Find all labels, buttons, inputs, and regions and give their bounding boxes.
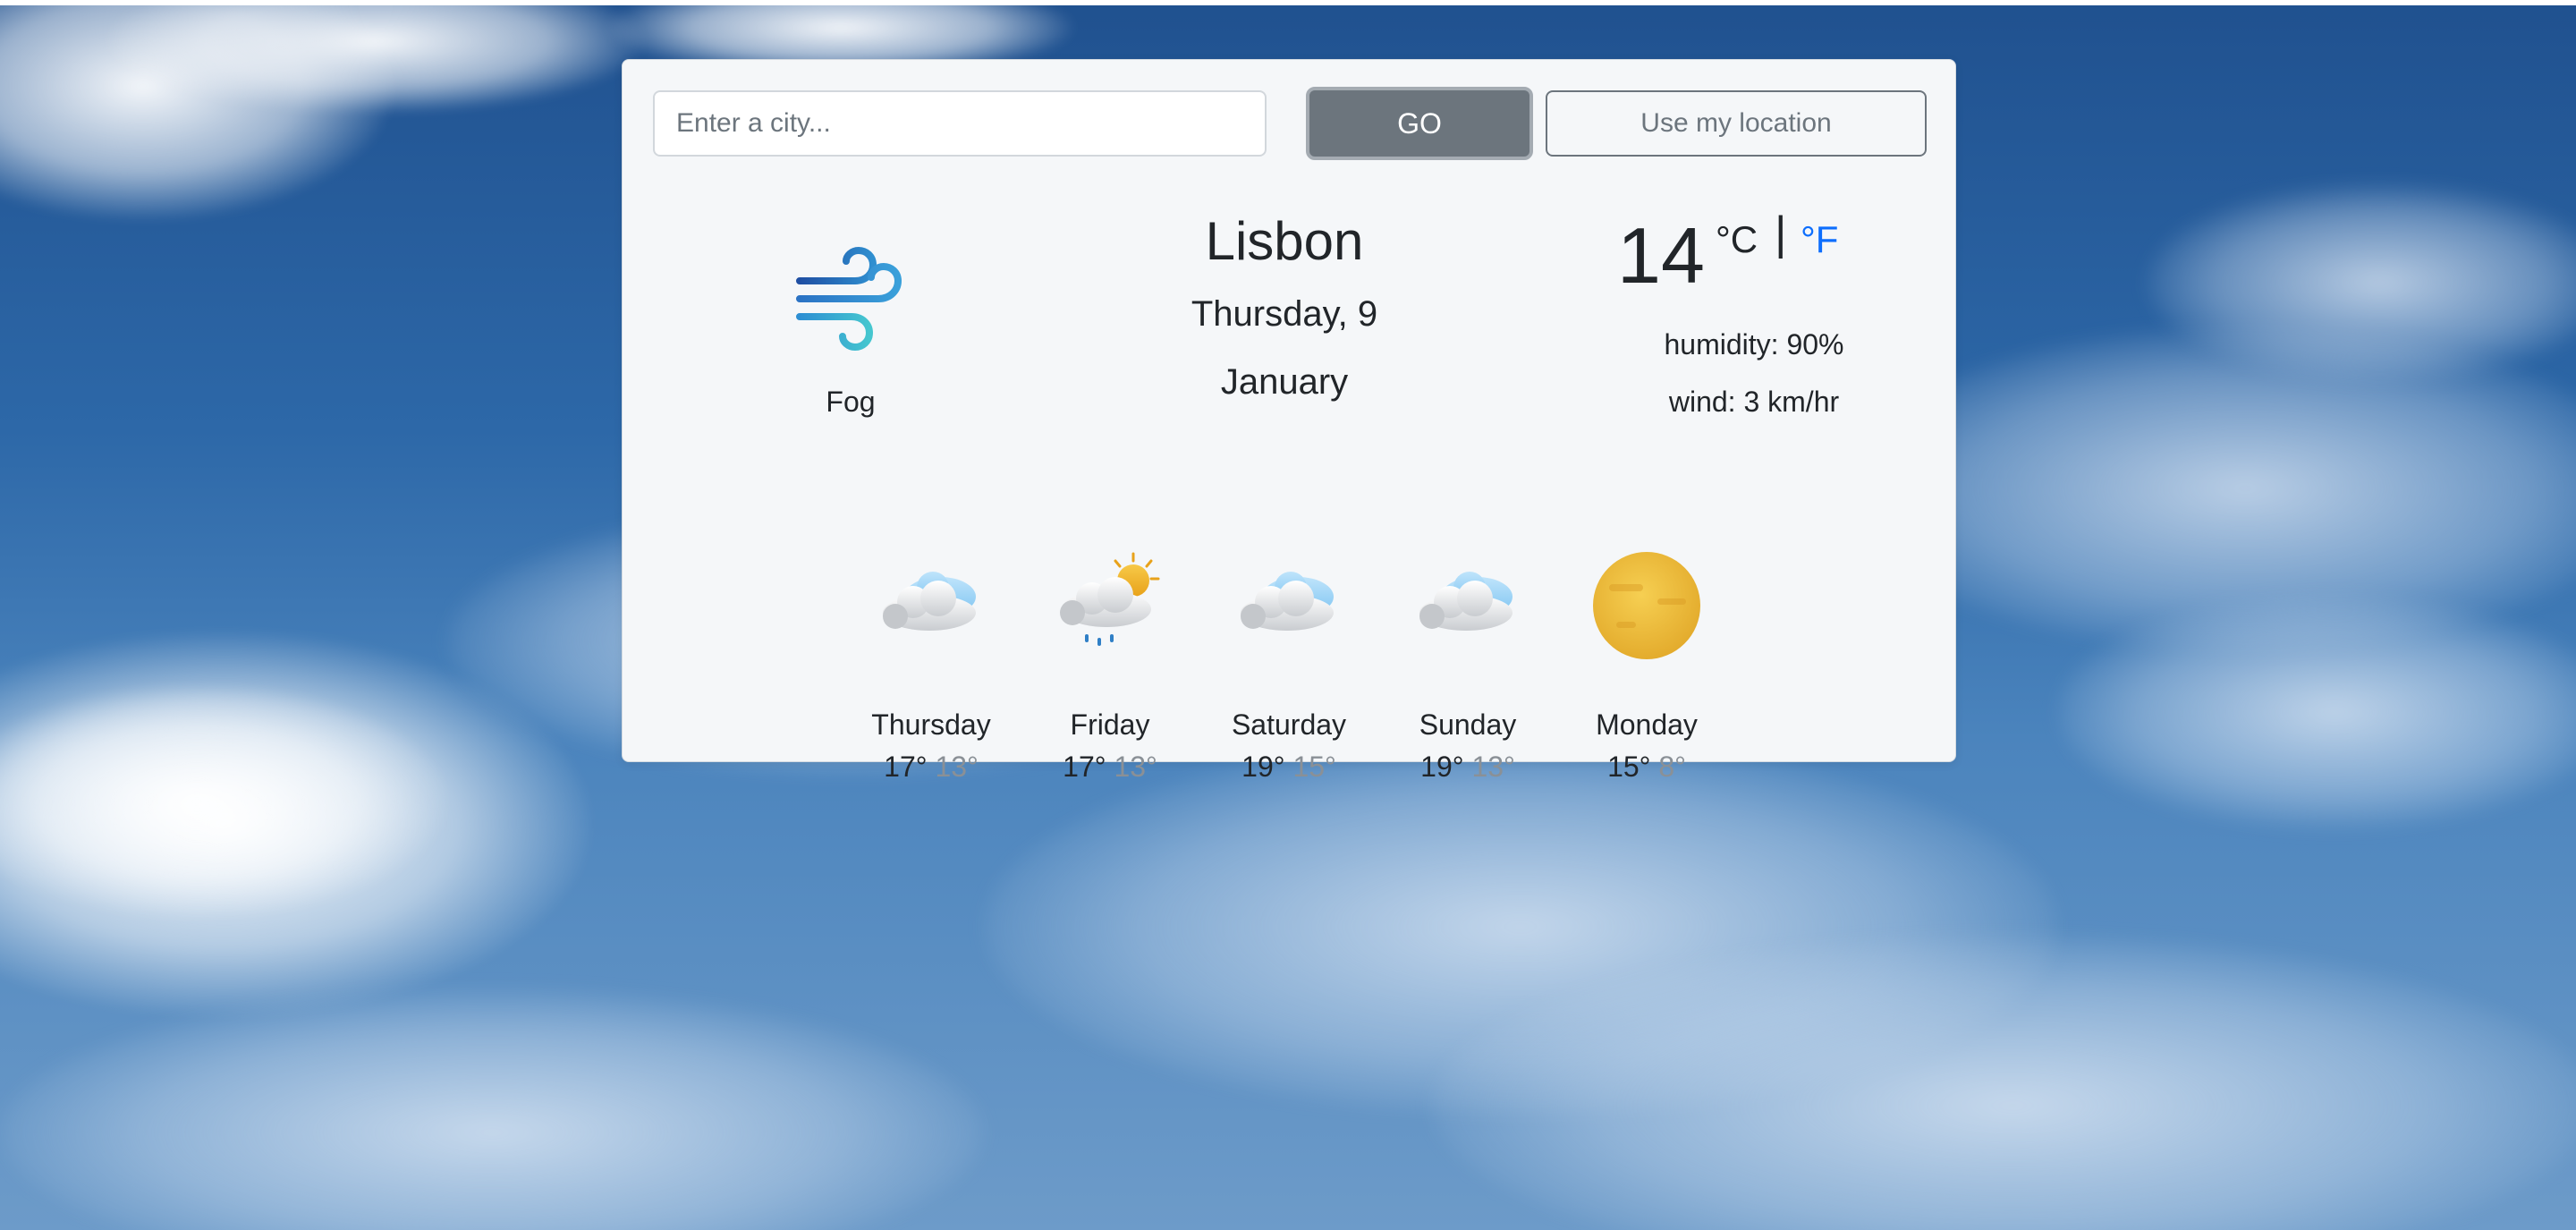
cloudy-icon (1235, 550, 1343, 666)
cloudy-icon (877, 550, 985, 666)
forecast-low: 13° (1114, 751, 1157, 783)
forecast-high: 17° (884, 751, 928, 783)
forecast-day-name: Sunday (1419, 708, 1517, 741)
forecast-day: Friday 17° 13° (1021, 550, 1199, 783)
go-button[interactable]: GO (1306, 87, 1533, 160)
cloudy-icon (1414, 550, 1521, 666)
forecast-temperatures: 19° 13° (1378, 751, 1557, 784)
forecast-high: 15° (1607, 751, 1651, 783)
unit-separator: | (1775, 208, 1787, 259)
forecast-high: 19° (1420, 751, 1464, 783)
use-my-location-button[interactable]: Use my location (1546, 90, 1927, 157)
wind-speed-label: wind: 3 km/hr (1668, 386, 1840, 418)
current-temperature: 14 (1617, 211, 1705, 300)
sun-rain-cloud-icon (1056, 550, 1164, 666)
forecast-high: 17° (1063, 751, 1106, 783)
weather-card: GO Use my location Fog (622, 59, 1956, 783)
forecast-day: Monday 15° 8° (1557, 550, 1736, 783)
wisp-bottom-left (0, 989, 984, 1230)
forecast-temperatures: 17° 13° (842, 751, 1021, 784)
forecast-day-name: Saturday (1231, 708, 1347, 741)
forecast-low: 13° (1471, 751, 1515, 783)
date-weekday-line: Thursday, 9 (1191, 294, 1378, 334)
humidity-label: humidity: 90% (1664, 328, 1844, 361)
forecast-low: 15° (1292, 751, 1336, 783)
city-search-input[interactable] (653, 90, 1267, 157)
forecast-low: 8° (1658, 751, 1686, 783)
forecast-temperatures: 19° 15° (1199, 751, 1378, 784)
forecast-temperatures: 17° 13° (1021, 751, 1199, 784)
forecast-high: 19° (1241, 751, 1285, 783)
forecast-day-name: Monday (1596, 708, 1698, 741)
forecast-day-name: Thursday (871, 708, 991, 741)
fahrenheit-unit-link[interactable]: °F (1801, 221, 1838, 259)
city-name: Lisbon (1205, 211, 1364, 271)
forecast-low: 13° (935, 751, 979, 783)
wind-icon (792, 234, 909, 352)
forecast-temperatures: 15° 8° (1557, 751, 1736, 784)
celsius-unit-label: °C (1716, 218, 1758, 260)
forecast-day: Thursday 17° 13° (842, 550, 1021, 783)
current-condition-label: Fog (826, 386, 876, 418)
forecast-day: Sunday 19° 13° (1378, 550, 1557, 783)
date-month-line: January (1220, 362, 1349, 402)
wisp-right-middle (2057, 596, 2576, 828)
forecast-day: Saturday 19° 15° (1199, 550, 1378, 783)
forecast-day-name: Friday (1070, 708, 1150, 741)
hazy-sun-icon (1593, 550, 1700, 666)
